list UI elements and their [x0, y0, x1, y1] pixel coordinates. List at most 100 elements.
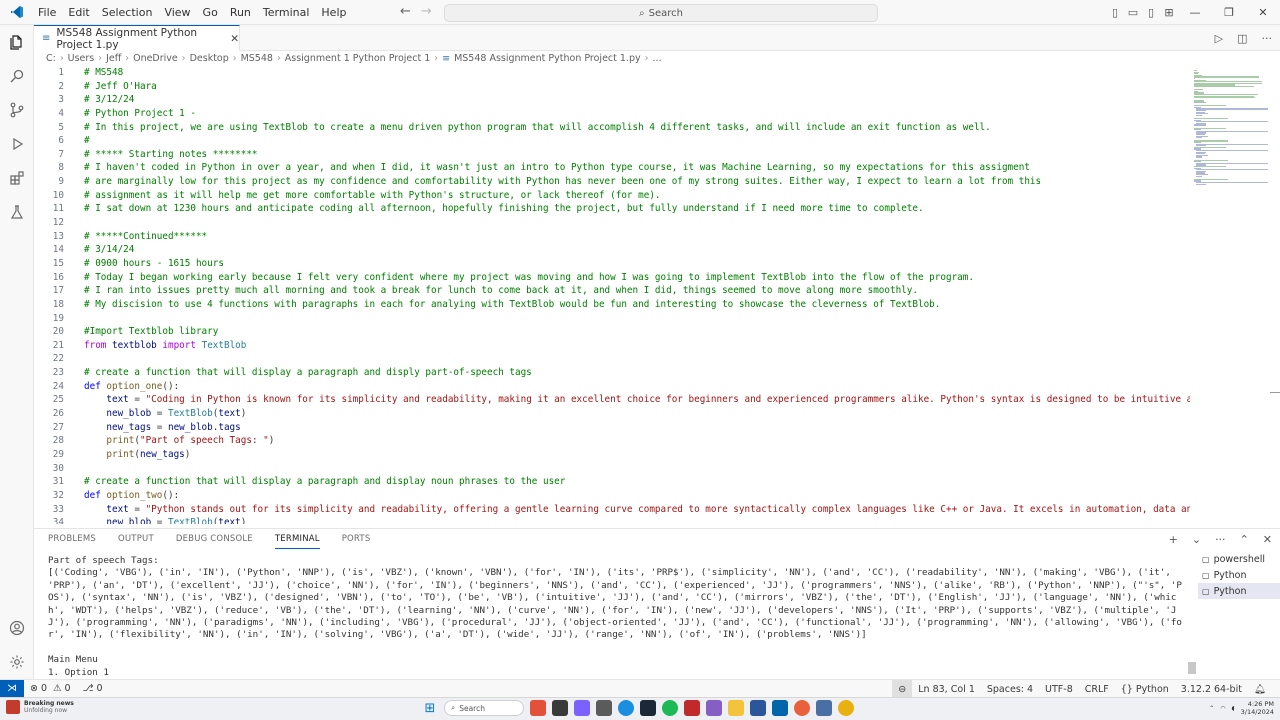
menu-selection[interactable]: Selection	[96, 0, 159, 25]
chrome-icon[interactable]	[838, 700, 854, 716]
code-line[interactable]: 15 # 0900 hours - 1615 hours	[34, 257, 1190, 271]
explorer-icon[interactable]	[0, 25, 34, 59]
code-line[interactable]: 5 # In this project, we are using TextBlo…	[34, 121, 1190, 135]
spotify-icon[interactable]	[662, 700, 678, 716]
app-icon[interactable]	[816, 700, 832, 716]
code-line[interactable]: 26 new_blob = TextBlob(text)	[34, 407, 1190, 421]
encoding[interactable]: UTF-8	[1039, 684, 1079, 695]
code-line[interactable]: 29 print(new_tags)	[34, 448, 1190, 462]
app-icon[interactable]	[596, 700, 612, 716]
code-line[interactable]: 16 # Today I began working early because …	[34, 271, 1190, 285]
run-debug-icon[interactable]	[0, 127, 34, 161]
code-line[interactable]: 2 # Jeff O'Hara	[34, 80, 1190, 94]
editor-scrollbar[interactable]	[1268, 66, 1280, 524]
minimize-button[interactable]: —	[1178, 0, 1212, 25]
news-widget[interactable]: Breaking news Unfolding now	[6, 700, 74, 714]
menu-view[interactable]: View	[158, 0, 196, 25]
command-center-search[interactable]: ⌕ Search	[444, 4, 878, 22]
menu-run[interactable]: Run	[224, 0, 257, 25]
code-line[interactable]: 30	[34, 462, 1190, 476]
terminal-instance[interactable]: ▢ Python	[1198, 567, 1280, 583]
code-line[interactable]: 22	[34, 352, 1190, 366]
toggle-secondary-sidebar-icon[interactable]: ▯	[1142, 0, 1160, 25]
forward-arrow-icon[interactable]: →	[421, 4, 432, 19]
code-line[interactable]: 3 # 3/12/24	[34, 93, 1190, 107]
split-editor-icon[interactable]: ◫	[1237, 32, 1247, 45]
code-line[interactable]: 19	[34, 312, 1190, 326]
taskbar-search[interactable]: ⌕ Search	[444, 700, 524, 716]
python-interpreter[interactable]: 3.12.2 64-bit	[1175, 684, 1248, 695]
cursor-position[interactable]: Ln 83, Col 1	[912, 684, 981, 695]
menu-terminal[interactable]: Terminal	[257, 0, 316, 25]
edge-browser-icon[interactable]	[618, 700, 634, 716]
code-editor[interactable]: 1 # MS548 2 # Jeff O'Hara 3 # 3/12/24 4 # Pytho…	[34, 66, 1190, 524]
code-line[interactable]: 27 new_tags = new_blob.tags	[34, 421, 1190, 435]
terminal-output[interactable]: Part of speech Tags: [('Coding', 'VBG'), …	[48, 555, 1186, 679]
visual-studio-icon[interactable]	[706, 700, 722, 716]
app-icon[interactable]	[794, 700, 810, 716]
code-line[interactable]: 6 #	[34, 134, 1190, 148]
close-tab-icon[interactable]: ✕	[230, 33, 239, 45]
breadcrumb-item[interactable]: Assignment 1 Python Project 1	[285, 53, 431, 64]
toggle-primary-sidebar-icon[interactable]: ▯	[1106, 0, 1124, 25]
code-line[interactable]: 31 # create a function that will display …	[34, 475, 1190, 489]
code-line[interactable]: 1 # MS548	[34, 66, 1190, 80]
indentation[interactable]: Spaces: 4	[981, 684, 1039, 695]
tray-chevron-icon[interactable]: ⌃	[1209, 705, 1214, 712]
breadcrumb-item[interactable]: MS548	[241, 53, 273, 64]
restore-button[interactable]: ❐	[1212, 0, 1246, 25]
task-view-icon[interactable]	[552, 700, 568, 716]
panel-tab-problems[interactable]: PROBLEMS	[48, 529, 96, 549]
word-icon[interactable]	[750, 700, 766, 716]
code-line[interactable]: 12	[34, 216, 1190, 230]
breadcrumb-item[interactable]: Users	[68, 53, 95, 64]
panel-tab-ports[interactable]: PORTS	[342, 529, 371, 549]
code-line[interactable]: 11 # I sat down at 1230 hours and anticip…	[34, 202, 1190, 216]
maximize-panel-icon[interactable]: ⌃	[1240, 533, 1249, 546]
file-explorer-icon[interactable]	[728, 700, 744, 716]
new-terminal-icon[interactable]: +	[1169, 533, 1178, 546]
testing-icon[interactable]	[0, 195, 34, 229]
terminal-instance[interactable]: ▢ powershell	[1198, 551, 1280, 567]
breadcrumb-item[interactable]: Jeff	[106, 53, 121, 64]
zoom-icon[interactable]: ⊖	[892, 680, 913, 698]
code-line[interactable]: 4 # Python Project 1 -	[34, 107, 1190, 121]
code-line[interactable]: 10 # assignment as it will help me get mo…	[34, 189, 1190, 203]
code-line[interactable]: 32 def option_two():	[34, 489, 1190, 503]
accounts-icon[interactable]	[0, 611, 34, 645]
breadcrumb-item[interactable]: MS548 Assignment Python Project 1.py	[454, 53, 641, 64]
breadcrumb-item[interactable]: C:	[46, 53, 56, 64]
breadcrumb-item[interactable]: Desktop	[190, 53, 229, 64]
end-of-line[interactable]: CRLF	[1079, 684, 1115, 695]
menu-help[interactable]: Help	[315, 0, 352, 25]
code-line[interactable]: 17 # I ran into issues pretty much all mo…	[34, 284, 1190, 298]
menu-file[interactable]: File	[32, 0, 62, 25]
panel-tab-debug-console[interactable]: DEBUG CONSOLE	[176, 529, 253, 549]
code-line[interactable]: 18 # My discision to use 4 functions with…	[34, 298, 1190, 312]
code-line[interactable]: 24 def option_one():	[34, 380, 1190, 394]
remote-indicator-icon[interactable]: ⋊	[0, 679, 24, 698]
code-line[interactable]: 28 print("Part of speech Tags: ")	[34, 434, 1190, 448]
close-panel-icon[interactable]: ✕	[1263, 533, 1272, 546]
vscode-taskbar-icon[interactable]	[772, 700, 788, 716]
panel-tab-terminal[interactable]: TERMINAL	[274, 529, 320, 549]
breadcrumb-item[interactable]: OneDrive	[133, 53, 178, 64]
code-line[interactable]: 13 # *****Continued******	[34, 230, 1190, 244]
volume-icon[interactable]: ◖	[1231, 705, 1234, 712]
minimap[interactable]	[1190, 66, 1268, 524]
settings-gear-icon[interactable]	[0, 645, 34, 679]
code-line[interactable]: 34 new_blob = TextBlob(text)	[34, 516, 1190, 524]
code-line[interactable]: 8 # I haven't coded in Python in over a y…	[34, 161, 1190, 175]
code-line[interactable]: 21 from textblob import TextBlob	[34, 339, 1190, 353]
extensions-icon[interactable]	[0, 161, 34, 195]
ports-status[interactable]: ⎇ 0	[77, 683, 109, 694]
clock[interactable]: 4:26 PM 3/14/2024	[1241, 700, 1274, 716]
code-line[interactable]: 20 #Import Textblob library	[34, 325, 1190, 339]
customize-layout-icon[interactable]: ⊞	[1160, 0, 1178, 25]
run-python-file-icon[interactable]: ▷	[1215, 32, 1223, 45]
breadcrumb-item[interactable]: ...	[652, 53, 661, 64]
widget-icon[interactable]	[530, 700, 546, 716]
code-line[interactable]: 9 # are marginally low for this project a…	[34, 175, 1190, 189]
notifications-bell-icon[interactable]: 🔔︎	[1248, 684, 1272, 695]
panel-tab-output[interactable]: OUTPUT	[118, 529, 154, 549]
